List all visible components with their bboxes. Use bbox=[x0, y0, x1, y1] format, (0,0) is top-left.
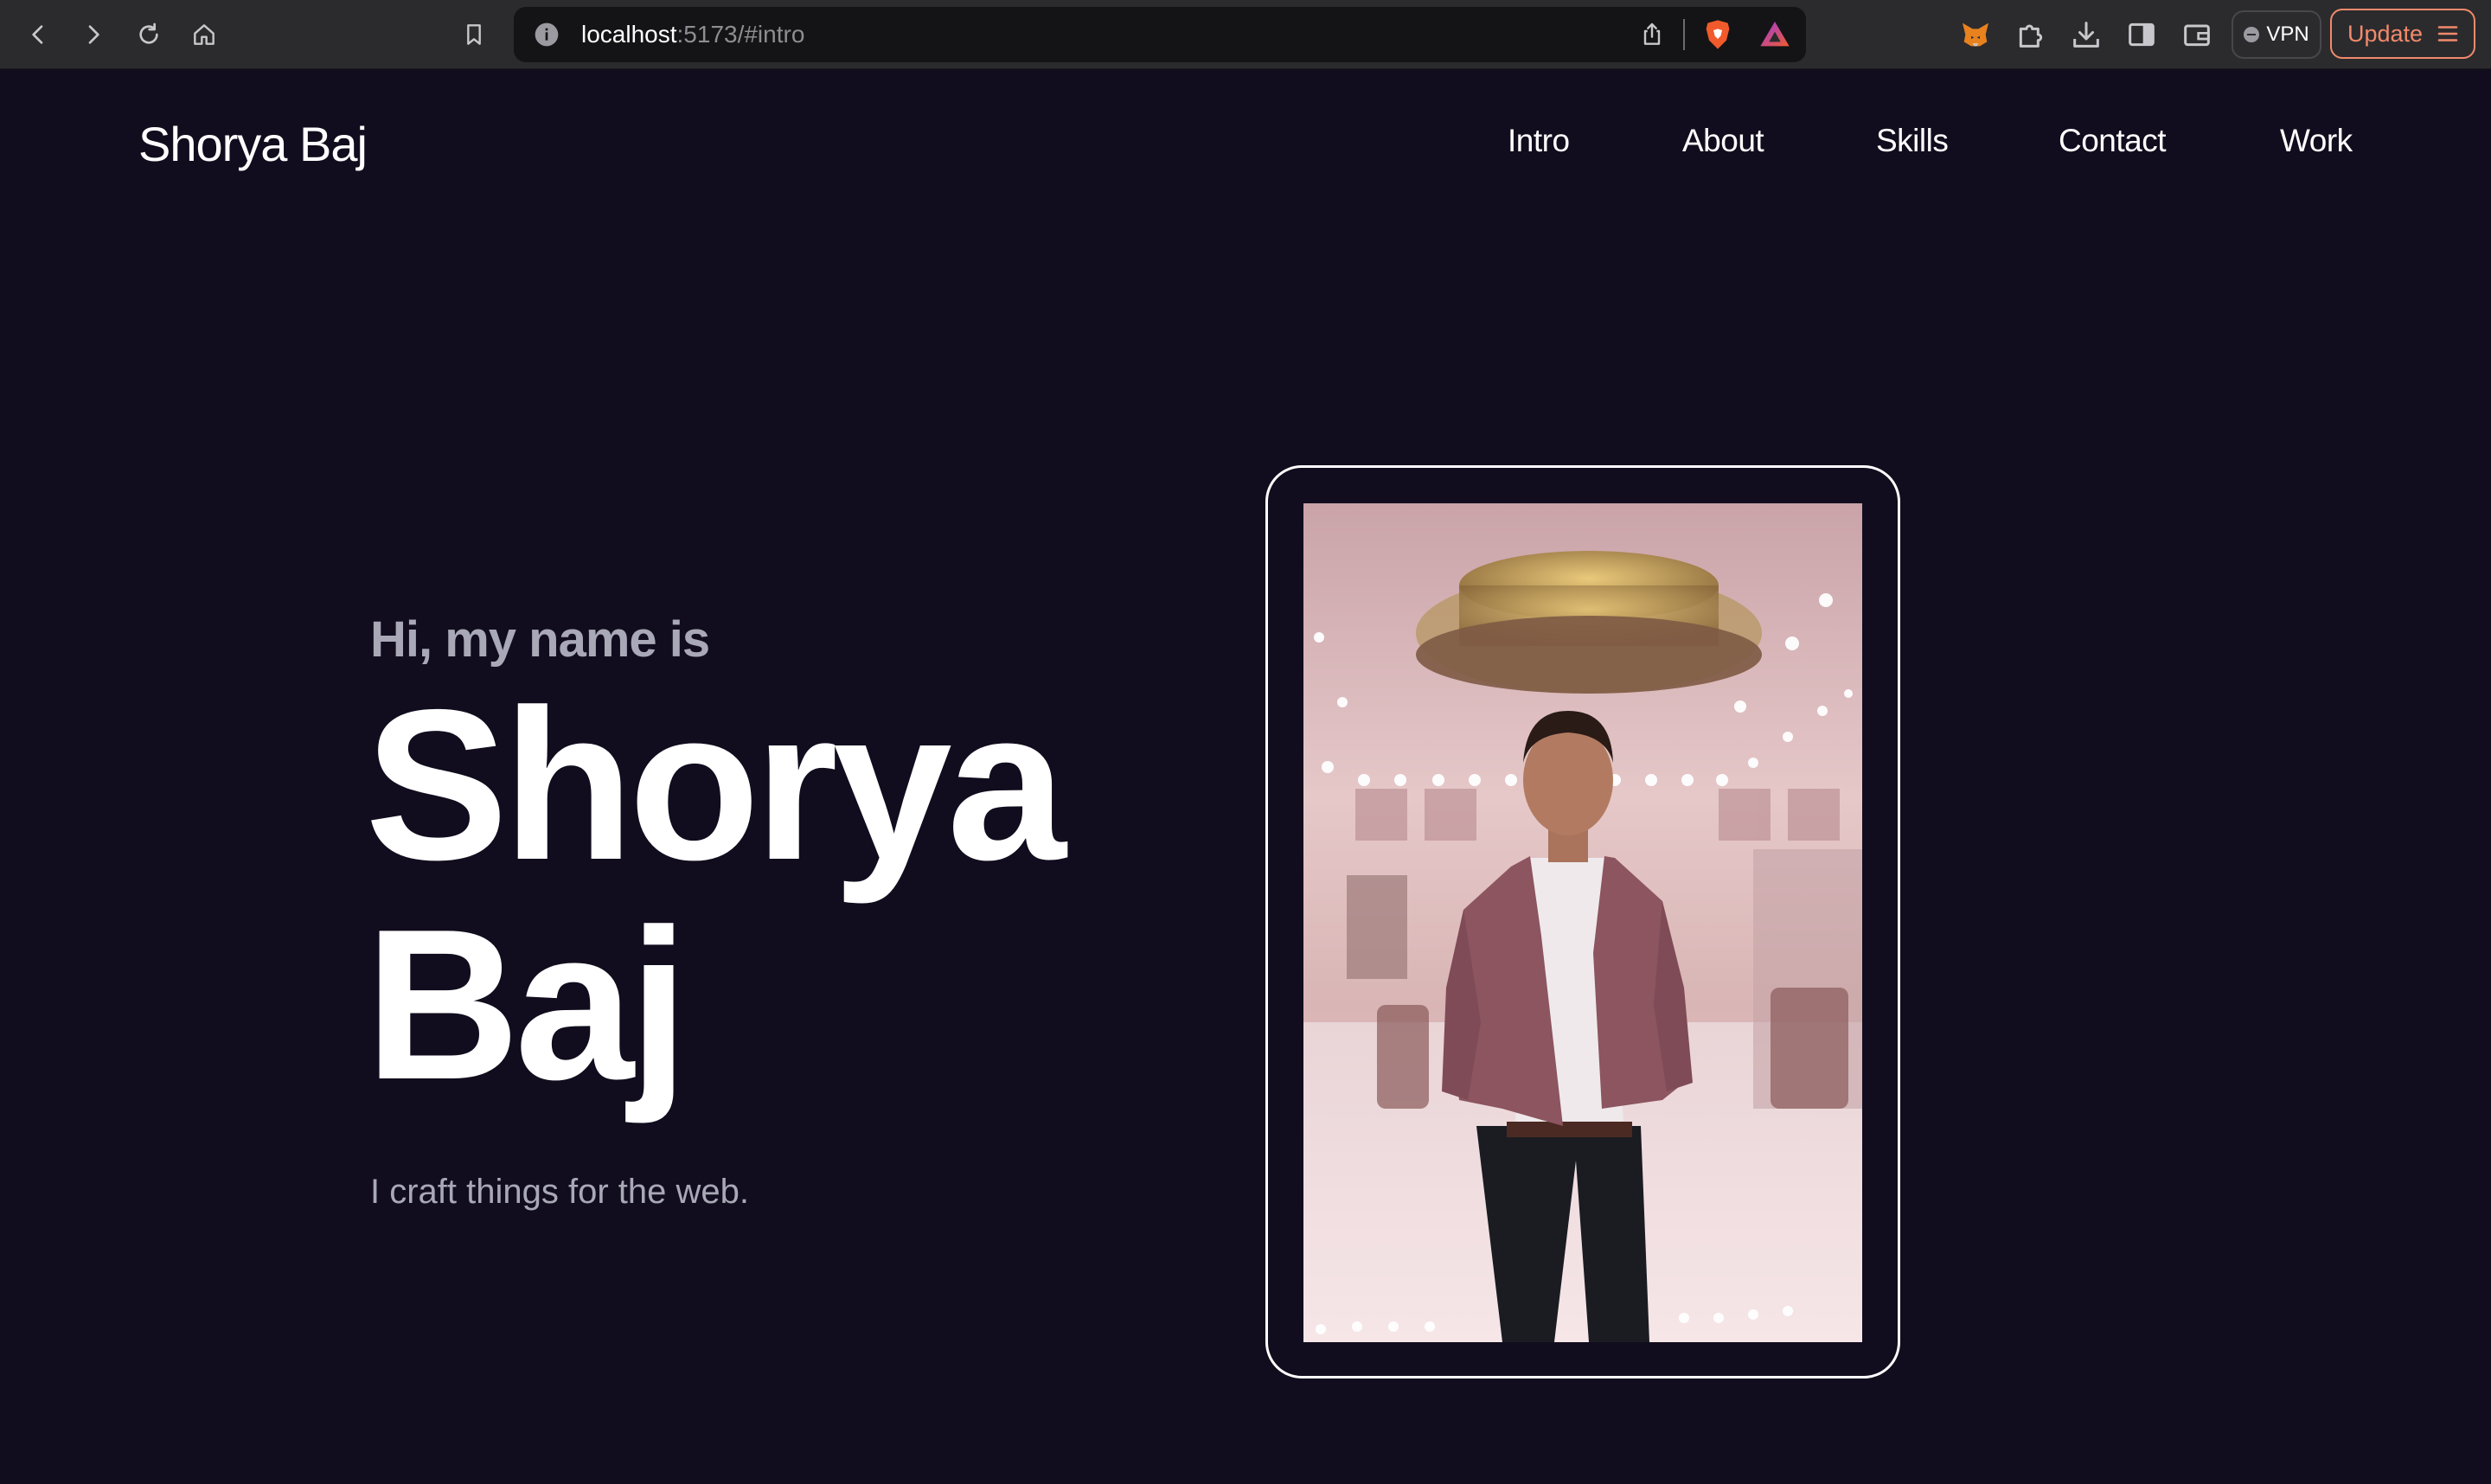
home-button[interactable] bbox=[182, 12, 227, 57]
download-icon[interactable] bbox=[2069, 17, 2104, 52]
reload-button[interactable] bbox=[126, 12, 171, 57]
vpn-button[interactable]: VPN bbox=[2232, 10, 2321, 59]
bookmark-icon bbox=[467, 24, 481, 45]
forward-button[interactable] bbox=[71, 12, 116, 57]
metamask-fox-icon[interactable] bbox=[1958, 17, 1993, 52]
share-icon[interactable] bbox=[1638, 21, 1666, 48]
extensions-puzzle-icon[interactable] bbox=[2014, 17, 2048, 52]
nav-link-skills[interactable]: Skills bbox=[1876, 123, 1949, 159]
reload-icon bbox=[139, 22, 158, 44]
url-host: localhost bbox=[581, 21, 677, 48]
back-icon bbox=[32, 25, 43, 44]
vpn-label: VPN bbox=[2266, 22, 2309, 46]
hero-name: Shorya Baj bbox=[365, 664, 1066, 1124]
home-icon bbox=[194, 24, 215, 45]
nav-link-contact[interactable]: Contact bbox=[2059, 123, 2167, 159]
address-bar[interactable]: localhost:5173/#intro bbox=[514, 7, 1806, 62]
nav-link-work[interactable]: Work bbox=[2280, 123, 2353, 159]
address-bar-divider bbox=[1683, 19, 1685, 50]
hero-tagline: I craft things for the web. bbox=[370, 1173, 749, 1211]
bookmark-button[interactable] bbox=[451, 12, 496, 57]
hero-name-line1: Shorya bbox=[365, 664, 1066, 905]
hero-greeting: Hi, my name is bbox=[370, 611, 710, 668]
url-text[interactable]: localhost:5173/#intro bbox=[581, 7, 804, 62]
vpn-status-icon bbox=[2244, 27, 2260, 42]
url-path: :5173/#intro bbox=[676, 21, 805, 48]
forward-icon bbox=[88, 25, 99, 44]
update-button[interactable]: Update bbox=[2330, 9, 2475, 59]
site-info-icon[interactable] bbox=[533, 21, 560, 48]
nav-link-intro[interactable]: Intro bbox=[1508, 123, 1570, 159]
nav-link-about[interactable]: About bbox=[1682, 123, 1764, 159]
sidebar-icon[interactable] bbox=[2124, 17, 2159, 52]
brave-shields-icon[interactable] bbox=[1700, 17, 1735, 52]
wallet-icon[interactable] bbox=[2180, 17, 2214, 52]
update-label: Update bbox=[2347, 20, 2424, 47]
main-nav: Intro About Skills Contact Work bbox=[0, 123, 2491, 166]
back-button[interactable] bbox=[16, 12, 61, 57]
browser-toolbar: localhost:5173/#intro VPN Update bbox=[0, 0, 2491, 69]
profile-photo bbox=[1303, 503, 1862, 1342]
hero-name-line2: Baj bbox=[365, 884, 688, 1124]
brave-rewards-icon[interactable] bbox=[1758, 17, 1792, 52]
menu-icon bbox=[2437, 26, 2458, 42]
